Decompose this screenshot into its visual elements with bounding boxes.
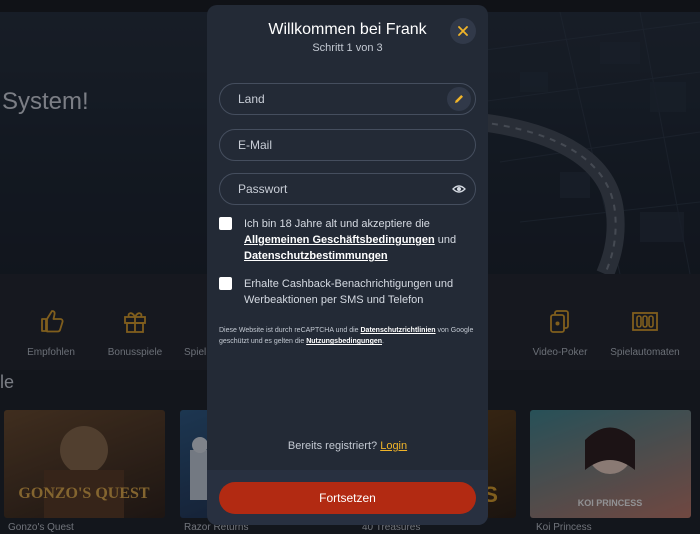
continue-button[interactable]: Fortsetzen [219,482,476,514]
eye-icon [452,185,466,193]
terms-and-text: und [437,234,457,246]
recaptcha-privacy-link[interactable]: Datenschutzrichtlinien [361,327,436,334]
marketing-checkbox[interactable] [219,277,232,290]
edit-country-button[interactable] [447,87,471,111]
close-icon [458,26,468,36]
login-prompt-text: Bereits registriert? [287,440,378,452]
password-field[interactable] [219,173,476,205]
terms-text: Ich bin 18 Jahre alt und akzeptiere die [244,218,430,230]
terms-checkbox[interactable] [219,217,232,230]
terms-consent-text: Ich bin 18 Jahre alt und akzeptiere die … [244,216,476,264]
pencil-icon [455,95,463,103]
modal-title: Willkommen bei Frank [268,21,427,38]
recaptcha-terms-link[interactable]: Nutzungsbedingungen [306,338,382,345]
recaptcha-text: . [382,338,384,345]
marketing-consent-text: Erhalte Cashback-Benachrichtigungen und … [244,278,454,306]
terms-link[interactable]: Allgemeinen Geschäftsbedingungen [244,234,435,246]
toggle-password-visibility-button[interactable] [447,177,471,201]
country-field[interactable] [219,83,476,115]
email-field[interactable] [219,129,476,161]
country-input[interactable] [238,84,438,114]
recaptcha-text: Diese Website ist durch reCAPTCHA und di… [219,327,359,334]
login-prompt: Bereits registriert? Login [207,440,488,452]
email-input[interactable] [238,130,438,160]
registration-modal: Willkommen bei Frank Schritt 1 von 3 Ich… [207,5,488,525]
close-button[interactable] [450,18,476,44]
modal-footer: Fortsetzen [207,470,488,525]
password-input[interactable] [238,174,438,204]
step-indicator: Schritt 1 von 3 [312,42,383,54]
login-link[interactable]: Login [380,440,407,452]
recaptcha-notice: Diese Website ist durch reCAPTCHA und di… [219,325,479,347]
privacy-link[interactable]: Datenschutzbestimmungen [244,250,388,262]
